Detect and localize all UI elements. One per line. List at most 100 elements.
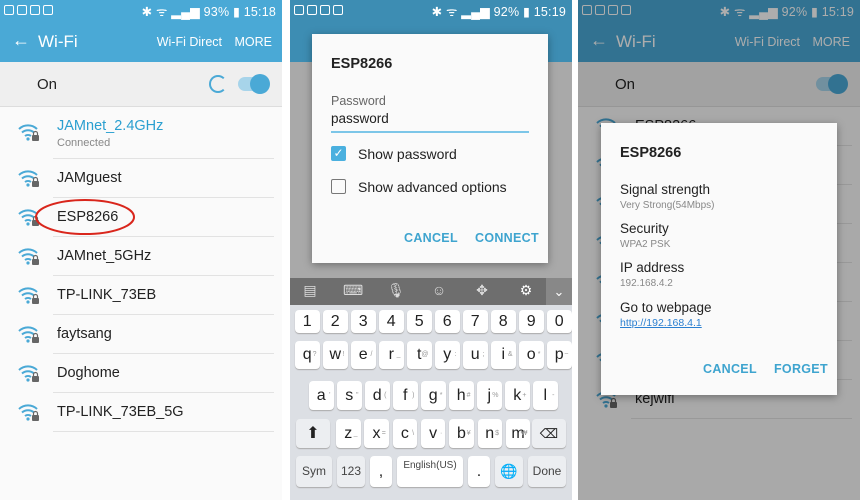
key-label: 8 xyxy=(498,313,508,330)
key-label: 3 xyxy=(358,313,368,330)
key-label: w xyxy=(329,346,342,363)
key-label: 2 xyxy=(330,313,340,330)
key-hint: _ xyxy=(353,430,358,437)
key-label: d xyxy=(372,387,382,404)
key-label: 0 xyxy=(554,313,564,330)
key[interactable]: 2 xyxy=(323,310,348,333)
key-label: 4 xyxy=(386,313,396,330)
key[interactable]: d( xyxy=(365,381,390,410)
key-hint: " xyxy=(356,392,359,399)
show-password-label: Show password xyxy=(358,146,457,162)
signal-strength-value: Very Strong(54Mbps) xyxy=(620,200,715,211)
password-label: Password xyxy=(331,94,386,108)
microphone-icon[interactable]: 🎙 xyxy=(386,282,406,299)
sym-key[interactable]: Sym xyxy=(296,456,332,487)
connect-button[interactable]: CONNECT xyxy=(475,231,539,245)
key[interactable]: 8 xyxy=(491,310,516,333)
key-label: p xyxy=(554,346,564,363)
key-hint: : xyxy=(454,351,457,358)
key[interactable]: s " xyxy=(337,381,362,410)
clipboard-icon[interactable]: ▤ xyxy=(300,282,320,299)
connect-dialog: ESP8266 Password password ✓ Show passwor… xyxy=(312,34,548,263)
key-label: n xyxy=(485,425,495,442)
key[interactable]: 9 xyxy=(519,310,544,333)
key[interactable]: p ~ xyxy=(547,341,572,369)
key-label: 6 xyxy=(442,313,452,330)
key[interactable]: 1 xyxy=(295,310,320,333)
key[interactable]: j% xyxy=(477,381,502,410)
123-key[interactable]: 123 xyxy=(337,456,365,487)
globe-icon[interactable]: 🌐 xyxy=(495,456,523,487)
key[interactable]: u; xyxy=(463,341,488,369)
key[interactable]: r _ xyxy=(379,341,404,369)
cancel-button[interactable]: CANCEL xyxy=(404,231,458,245)
key-label: 5 xyxy=(414,313,424,330)
key[interactable]: g * xyxy=(421,381,446,410)
key[interactable]: w! xyxy=(323,341,348,369)
webpage-link[interactable]: http://192.168.4.1 xyxy=(620,317,702,329)
key[interactable]: m ₩ xyxy=(505,419,531,448)
key[interactable]: z _ xyxy=(336,419,361,448)
notification-icons xyxy=(294,5,343,15)
keyboard-layout-icon[interactable]: ⌨ xyxy=(343,282,363,299)
dialog-title: ESP8266 xyxy=(620,145,682,161)
key[interactable]: 7 xyxy=(463,310,488,333)
key[interactable]: 0 xyxy=(547,310,572,333)
key-hint: @ xyxy=(421,351,429,358)
key[interactable]: f) xyxy=(393,381,418,410)
key-label: c xyxy=(400,425,409,442)
key-hint: = xyxy=(381,430,386,437)
key[interactable]: 3 xyxy=(351,310,376,333)
emoji-icon[interactable]: ☺ xyxy=(429,282,449,298)
backspace-key[interactable]: ⌫ xyxy=(532,419,566,448)
wifi-list-screen: ✱ ᯤ ▂▄▆ 93% ▮ 15:18 ← Wi-Fi Wi-Fi Direct… xyxy=(0,0,282,500)
key-hint: ( xyxy=(384,392,387,399)
key-label: 7 xyxy=(470,313,480,330)
show-password-checkbox[interactable]: ✓ xyxy=(331,146,346,161)
key[interactable]: l- xyxy=(533,381,558,410)
key[interactable]: o * xyxy=(519,341,544,369)
space-key[interactable]: English(US) xyxy=(397,456,463,487)
advanced-options-checkbox[interactable] xyxy=(331,179,346,194)
key[interactable]: 4 xyxy=(379,310,404,333)
key-label: q xyxy=(302,346,312,363)
key-hint: # xyxy=(466,392,471,399)
key-label: 9 xyxy=(526,313,536,330)
key[interactable]: y: xyxy=(435,341,460,369)
key[interactable]: k + xyxy=(505,381,530,410)
key[interactable]: e / xyxy=(351,341,376,369)
key[interactable]: h # xyxy=(449,381,474,410)
key-hint: ~ xyxy=(564,351,569,358)
done-key[interactable]: Done xyxy=(528,456,566,487)
key[interactable]: t @ xyxy=(407,341,432,369)
key[interactable]: q? xyxy=(295,341,320,369)
key[interactable]: 6 xyxy=(435,310,460,333)
comma-key[interactable]: , xyxy=(370,456,392,487)
key[interactable]: x = xyxy=(364,419,389,448)
cancel-button[interactable]: CANCEL xyxy=(703,362,757,376)
period-key[interactable]: . xyxy=(468,456,490,487)
key[interactable]: b ¥ xyxy=(449,419,474,448)
password-input[interactable]: password xyxy=(331,111,389,126)
ip-address-value: 192.168.4.2 xyxy=(620,278,673,289)
advanced-options-label: Show advanced options xyxy=(358,179,507,195)
key[interactable]: i & xyxy=(491,341,516,369)
key-label: u xyxy=(470,346,480,363)
key[interactable]: a ' xyxy=(309,381,334,410)
key-label: k xyxy=(513,387,522,404)
key[interactable]: n $ xyxy=(477,419,502,448)
security-label: Security xyxy=(620,221,669,236)
key-label: y xyxy=(443,346,452,363)
settings-gear-icon[interactable]: ⚙ xyxy=(516,282,536,299)
hide-keyboard-chevron-icon[interactable]: ⌄ xyxy=(546,278,572,305)
key[interactable]: c \ xyxy=(392,419,418,448)
key[interactable]: v · xyxy=(420,419,446,448)
keyboard-toolbar: ▤ ⌨ 🎙 ☺ ✥ ⚙ ⌄ xyxy=(290,278,572,305)
key-hint: % xyxy=(492,392,499,399)
shift-key[interactable]: ⬆ xyxy=(296,419,330,448)
cursor-move-icon[interactable]: ✥ xyxy=(472,282,492,299)
key[interactable]: 5 xyxy=(407,310,432,333)
forget-button[interactable]: FORGET xyxy=(774,362,828,376)
webpage-label: Go to webpage xyxy=(620,300,712,315)
key-hint: - xyxy=(552,392,555,399)
